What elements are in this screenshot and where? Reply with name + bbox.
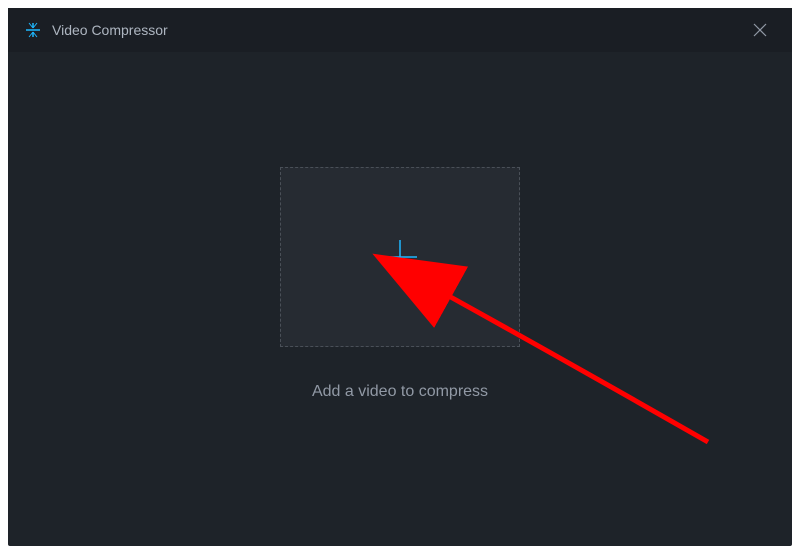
content-area: Add a video to compress	[8, 52, 792, 546]
instruction-label: Add a video to compress	[312, 383, 488, 401]
add-video-dropzone[interactable]	[280, 167, 520, 347]
app-window: Video Compressor Add a video to compress	[8, 8, 792, 546]
app-icon	[24, 21, 42, 39]
close-icon	[753, 23, 767, 37]
titlebar: Video Compressor	[8, 8, 792, 52]
close-button[interactable]	[744, 14, 776, 46]
app-title: Video Compressor	[52, 22, 168, 38]
plus-icon	[379, 236, 421, 278]
